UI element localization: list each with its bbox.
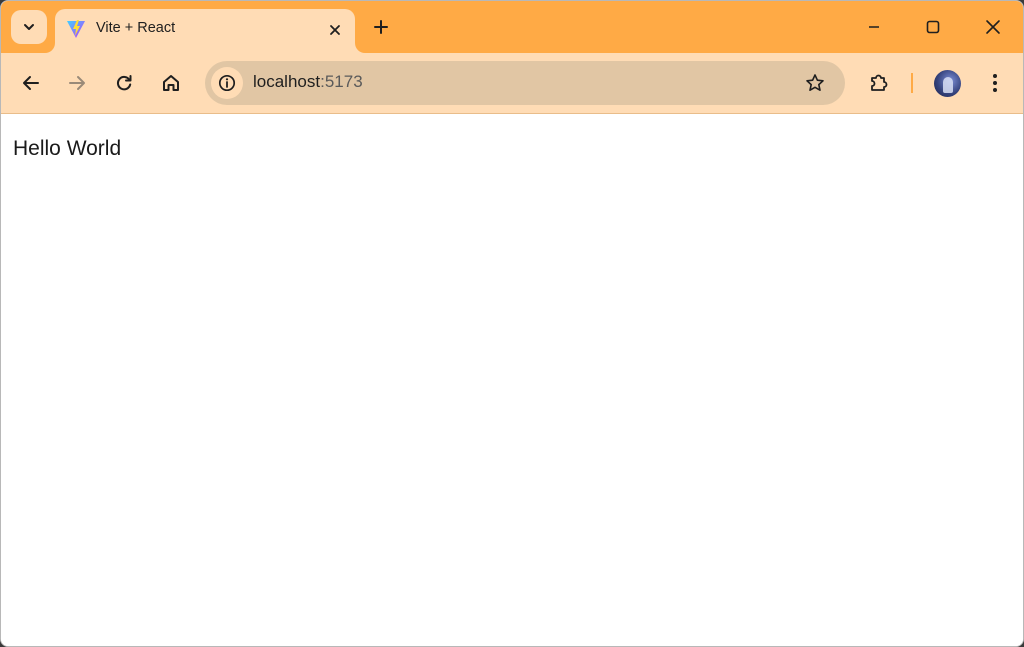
minimize-icon [867, 20, 881, 34]
reload-icon [114, 73, 134, 93]
menu-button[interactable] [979, 67, 1011, 99]
tab-title: Vite + React [96, 20, 176, 36]
url-text[interactable]: localhost:5173 [253, 72, 363, 92]
site-info-button[interactable] [211, 67, 243, 99]
url-host: localhost [253, 72, 321, 91]
tab-search-button[interactable] [11, 10, 47, 44]
page-viewport: Hello World [1, 114, 1023, 646]
home-icon [161, 73, 181, 93]
plus-icon [373, 19, 389, 35]
browser-window: Vite + React localhost:5173 Hello World [0, 0, 1024, 647]
maximize-icon [926, 20, 940, 34]
chevron-down-icon [22, 20, 36, 34]
extensions-button[interactable] [863, 67, 895, 99]
bookmark-button[interactable] [803, 71, 827, 95]
close-icon [985, 19, 1001, 35]
close-window-button[interactable] [971, 9, 1015, 45]
profile-avatar[interactable] [934, 70, 961, 97]
home-button[interactable] [155, 67, 187, 99]
arrow-right-icon [67, 73, 87, 93]
arrow-left-icon [21, 73, 41, 93]
url-port: :5173 [320, 72, 363, 91]
minimize-button[interactable] [852, 9, 896, 45]
kebab-menu-icon [992, 73, 998, 93]
info-icon [218, 74, 236, 92]
tab-active[interactable]: Vite + React [55, 9, 355, 53]
address-bar[interactable]: localhost:5173 [205, 61, 845, 105]
forward-button[interactable] [61, 67, 93, 99]
new-tab-button[interactable] [367, 13, 395, 41]
star-icon [805, 73, 825, 93]
vite-logo-icon [66, 19, 86, 39]
tab-strip: Vite + React [1, 1, 1023, 53]
browser-toolbar: localhost:5173 [1, 53, 1023, 114]
hello-world-text: Hello World [13, 137, 122, 160]
tab-close-button[interactable] [323, 18, 347, 42]
reload-button[interactable] [108, 67, 140, 99]
puzzle-icon [868, 72, 890, 94]
maximize-button[interactable] [911, 9, 955, 45]
toolbar-divider [911, 73, 913, 93]
back-button[interactable] [15, 67, 47, 99]
close-icon [329, 24, 341, 36]
